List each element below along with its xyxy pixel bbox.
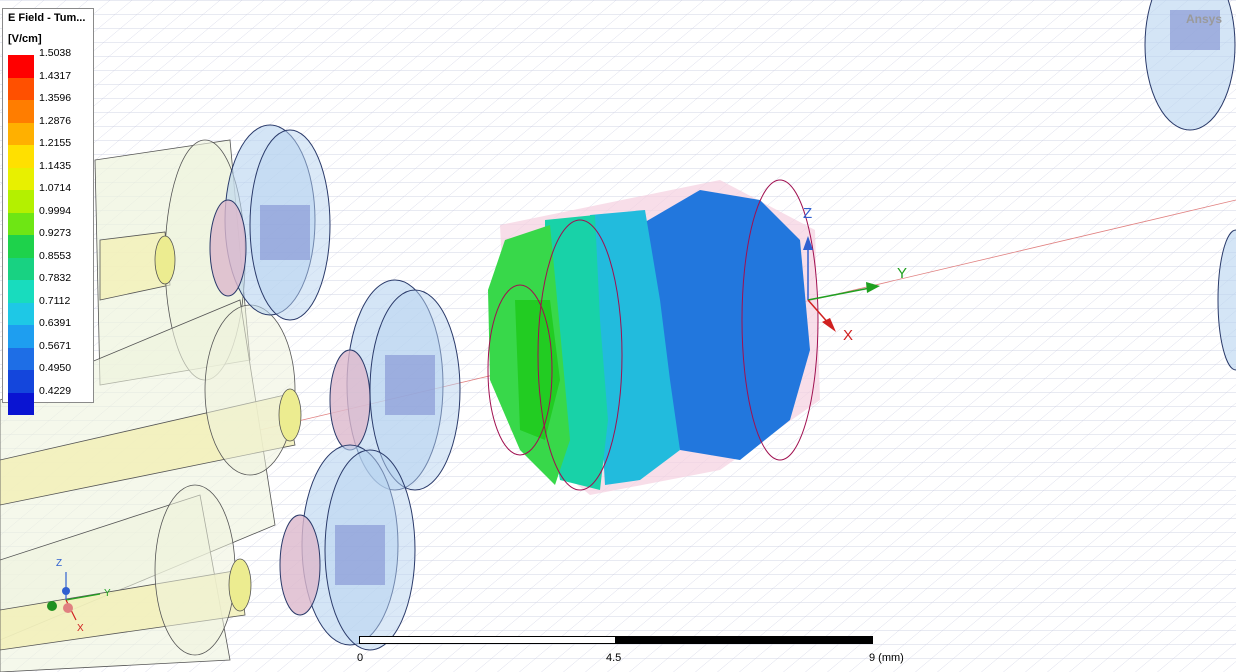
- legend-value: 1.5038: [39, 47, 72, 59]
- legend-swatch: [8, 370, 34, 393]
- legend-value: 0.6391: [39, 317, 72, 329]
- legend-values: 1.5038 1.4317 1.3596 1.2876 1.2155 1.1435 1.07…: [39, 47, 72, 413]
- axis-label-y: Y: [897, 265, 908, 282]
- scale-bar-mid-label: 4.5: [606, 652, 622, 664]
- legend-value: 1.3596: [39, 92, 72, 104]
- legend-swatch: [8, 212, 34, 235]
- legend-value: 0.7832: [39, 272, 72, 284]
- mini-axis-label-z: Z: [56, 558, 63, 569]
- legend-swatch: [8, 347, 34, 370]
- field-legend[interactable]: E Field - Tum... [V/cm] 1.5038 1.4317 1.35…: [2, 8, 94, 415]
- legend-swatch: [8, 77, 34, 100]
- legend-swatch: [8, 257, 34, 280]
- legend-title: E Field - Tum...: [8, 12, 86, 24]
- legend-value: 0.4950: [39, 362, 72, 374]
- scale-bar-black-segment: [615, 636, 873, 644]
- scale-bar-white-segment: [359, 636, 617, 644]
- legend-color-scale: [8, 55, 34, 415]
- legend-value: 1.2155: [39, 137, 72, 149]
- legend-swatch: [8, 100, 34, 123]
- legend-swatch: [8, 392, 34, 415]
- legend-value: 1.2876: [39, 114, 72, 127]
- legend-value: 0.9273: [39, 227, 72, 239]
- legend-value: 1.0714: [39, 182, 72, 194]
- legend-swatch: [8, 167, 34, 190]
- legend-swatch: [8, 122, 34, 145]
- legend-value: 1.1435: [39, 159, 72, 172]
- legend-unit: [V/cm]: [8, 33, 42, 45]
- legend-value: 0.7112: [39, 294, 71, 307]
- mini-axis-label-y: Y: [104, 588, 111, 599]
- brand-logo-text: Ansys: [1186, 12, 1223, 26]
- legend-swatch: [8, 145, 34, 168]
- legend-swatch: [8, 235, 34, 258]
- legend-swatch: [8, 190, 34, 213]
- mini-axis-label-x: X: [77, 623, 84, 634]
- legend-value: 0.4229: [39, 384, 72, 397]
- legend-value: 0.9994: [39, 204, 72, 217]
- legend-value: 0.8553: [39, 249, 72, 262]
- legend-swatch: [8, 325, 34, 348]
- legend-swatch: [8, 302, 34, 325]
- scale-bar-start-label: 0: [357, 652, 364, 664]
- scale-bar: 0 4.5 9 (mm): [357, 632, 904, 670]
- axis-label-z: Z: [803, 205, 813, 222]
- legend-value: 0.5671: [39, 339, 72, 352]
- 3d-viewport[interactable]: [0, 0, 1236, 672]
- scale-bar-end-label: 9 (mm): [869, 652, 904, 664]
- axis-label-x: X: [843, 327, 854, 344]
- legend-swatch: [8, 55, 34, 78]
- legend-value: 1.4317: [39, 69, 72, 82]
- legend-swatch: [8, 280, 34, 303]
